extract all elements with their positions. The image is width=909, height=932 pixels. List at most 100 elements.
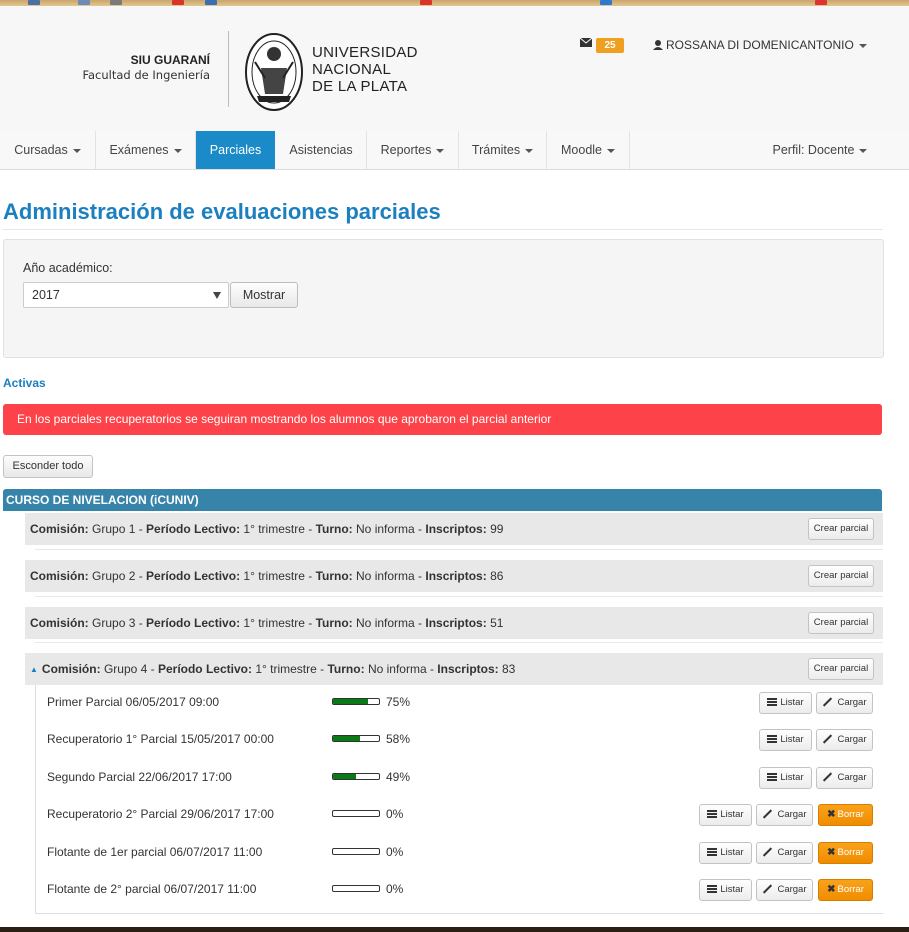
load-label: Cargar — [777, 884, 807, 895]
chevron-down-icon — [436, 148, 445, 153]
faculty-name: Facultad de Ingeniería — [82, 68, 210, 82]
progress-percent: 58% — [386, 732, 411, 746]
label: Período Lectivo: — [146, 569, 241, 583]
label: Comisión: — [30, 569, 89, 583]
create-parcial-button[interactable]: Crear parcial — [808, 612, 874, 634]
turno: No informa — [356, 569, 415, 583]
create-parcial-button[interactable]: Crear parcial — [808, 518, 874, 540]
nav-tramites[interactable]: Trámites — [459, 131, 547, 169]
nav-asistencias[interactable]: Asistencias — [276, 131, 367, 169]
label: Período Lectivo: — [146, 522, 241, 536]
grupo: Grupo 4 — [103, 662, 148, 676]
title-divider — [3, 229, 883, 230]
load-button[interactable]: Cargar — [816, 729, 873, 751]
nav-label: Trámites — [471, 143, 521, 157]
grupo: Grupo 2 — [92, 569, 136, 583]
inscriptos: 86 — [490, 569, 504, 583]
label: Comisión: — [41, 662, 101, 676]
row-divider — [35, 596, 883, 597]
progress-percent: 0% — [386, 845, 404, 859]
nav-moodle[interactable]: Moodle — [547, 131, 630, 169]
parcial-name: Segundo Parcial 22/06/2017 17:00 — [47, 770, 232, 784]
comision-row-expanded[interactable]: ▲ Comisión: Grupo 4 - Período Lectivo: 1°… — [25, 653, 883, 685]
main-nav: Cursadas Exámenes Parciales Asistencias … — [0, 131, 909, 170]
list-button[interactable]: Listar — [699, 879, 752, 901]
page-title: Administración de evaluaciones parciales — [3, 199, 441, 224]
progress-percent: 0% — [386, 882, 404, 896]
grupo: Grupo 1 — [92, 522, 136, 536]
list-label: Listar — [780, 772, 804, 783]
user-menu[interactable]: ROSSANA DI DOMENICANTONIO — [653, 38, 867, 52]
inscriptos: 51 — [490, 616, 504, 630]
comision-row[interactable]: Comisión: Grupo 2 - Período Lectivo: 1° … — [25, 560, 883, 592]
progress-bar — [332, 773, 380, 780]
year-select[interactable]: 2017 — [23, 282, 229, 308]
nav-cursadas[interactable]: Cursadas — [0, 131, 96, 169]
nav-reportes[interactable]: Reportes — [367, 131, 459, 169]
close-icon: ✖ — [827, 809, 836, 820]
filter-panel: Año académico: 2017 Mostrar — [3, 239, 884, 358]
load-button[interactable]: Cargar — [756, 804, 813, 826]
delete-button[interactable]: ✖ Borrar — [818, 804, 873, 826]
list-button[interactable]: Listar — [699, 804, 752, 826]
load-label: Cargar — [837, 734, 867, 745]
load-button[interactable]: Cargar — [756, 842, 813, 864]
chevron-down-icon — [173, 148, 182, 153]
pencil-icon — [823, 697, 833, 707]
chevron-down-icon — [858, 43, 867, 48]
list-button[interactable]: Listar — [759, 729, 812, 751]
load-button[interactable]: Cargar — [816, 767, 873, 789]
progress-fill — [333, 699, 368, 704]
envelope-icon[interactable] — [580, 38, 592, 47]
year-value: 2017 — [32, 288, 60, 302]
system-name: SIU GUARANÍ — [130, 53, 210, 67]
delete-button[interactable]: ✖ Borrar — [818, 842, 873, 864]
list-label: Listar — [780, 697, 804, 708]
pencil-icon — [823, 772, 833, 782]
list-icon — [707, 885, 718, 893]
label: Inscriptos: — [425, 569, 487, 583]
progress-bar — [332, 735, 380, 742]
course-header[interactable]: CURSO DE NIVELACION (iCUNIV) — [3, 489, 882, 511]
list-icon — [767, 735, 778, 743]
nav-parciales[interactable]: Parciales — [196, 131, 275, 169]
progress-percent: 49% — [386, 770, 411, 784]
periodo: 1° trimestre — [255, 662, 317, 676]
expanded-triangle-icon: ▲ — [30, 665, 38, 674]
university-seal-logo — [245, 33, 303, 111]
university-line-2: NACIONAL — [312, 61, 392, 78]
load-button[interactable]: Cargar — [756, 879, 813, 901]
nav-label: Parciales — [209, 143, 262, 157]
turno: No informa — [356, 522, 415, 536]
section-active-heading: Activas — [3, 376, 46, 390]
list-button[interactable]: Listar — [699, 842, 752, 864]
create-parcial-button[interactable]: Crear parcial — [808, 658, 874, 680]
parcial-name: Primer Parcial 06/05/2017 09:00 — [47, 695, 220, 709]
list-button[interactable]: Listar — [759, 767, 812, 789]
periodo: 1° trimestre — [243, 522, 305, 536]
parcial-name: Recuperatorio 1° Parcial 15/05/2017 00:0… — [47, 732, 274, 746]
load-label: Cargar — [837, 697, 867, 708]
load-button[interactable]: Cargar — [816, 692, 873, 714]
user-icon — [653, 40, 663, 50]
periodo: 1° trimestre — [243, 616, 305, 630]
nav-examenes[interactable]: Exámenes — [96, 131, 196, 169]
hide-all-button[interactable]: Esconder todo — [3, 455, 93, 478]
chevron-down-icon — [72, 148, 81, 153]
turno: No informa — [367, 662, 427, 676]
comision-row[interactable]: Comisión: Grupo 1 - Período Lectivo: 1° … — [25, 513, 883, 545]
nav-profile[interactable]: Perfil: Docente — [760, 131, 880, 169]
list-label: Listar — [780, 734, 804, 745]
load-label: Cargar — [777, 809, 807, 820]
delete-button[interactable]: ✖ Borrar — [818, 879, 873, 901]
turno: No informa — [356, 616, 415, 630]
nav-label: Exámenes — [109, 143, 169, 157]
close-icon: ✖ — [827, 884, 836, 895]
load-label: Cargar — [837, 772, 867, 783]
list-icon — [767, 698, 778, 706]
show-button[interactable]: Mostrar — [230, 282, 298, 308]
list-button[interactable]: Listar — [759, 692, 812, 714]
comision-row[interactable]: Comisión: Grupo 3 - Período Lectivo: 1° … — [25, 607, 883, 639]
messages-badge[interactable]: 25 — [596, 38, 624, 53]
create-parcial-button[interactable]: Crear parcial — [808, 565, 874, 587]
